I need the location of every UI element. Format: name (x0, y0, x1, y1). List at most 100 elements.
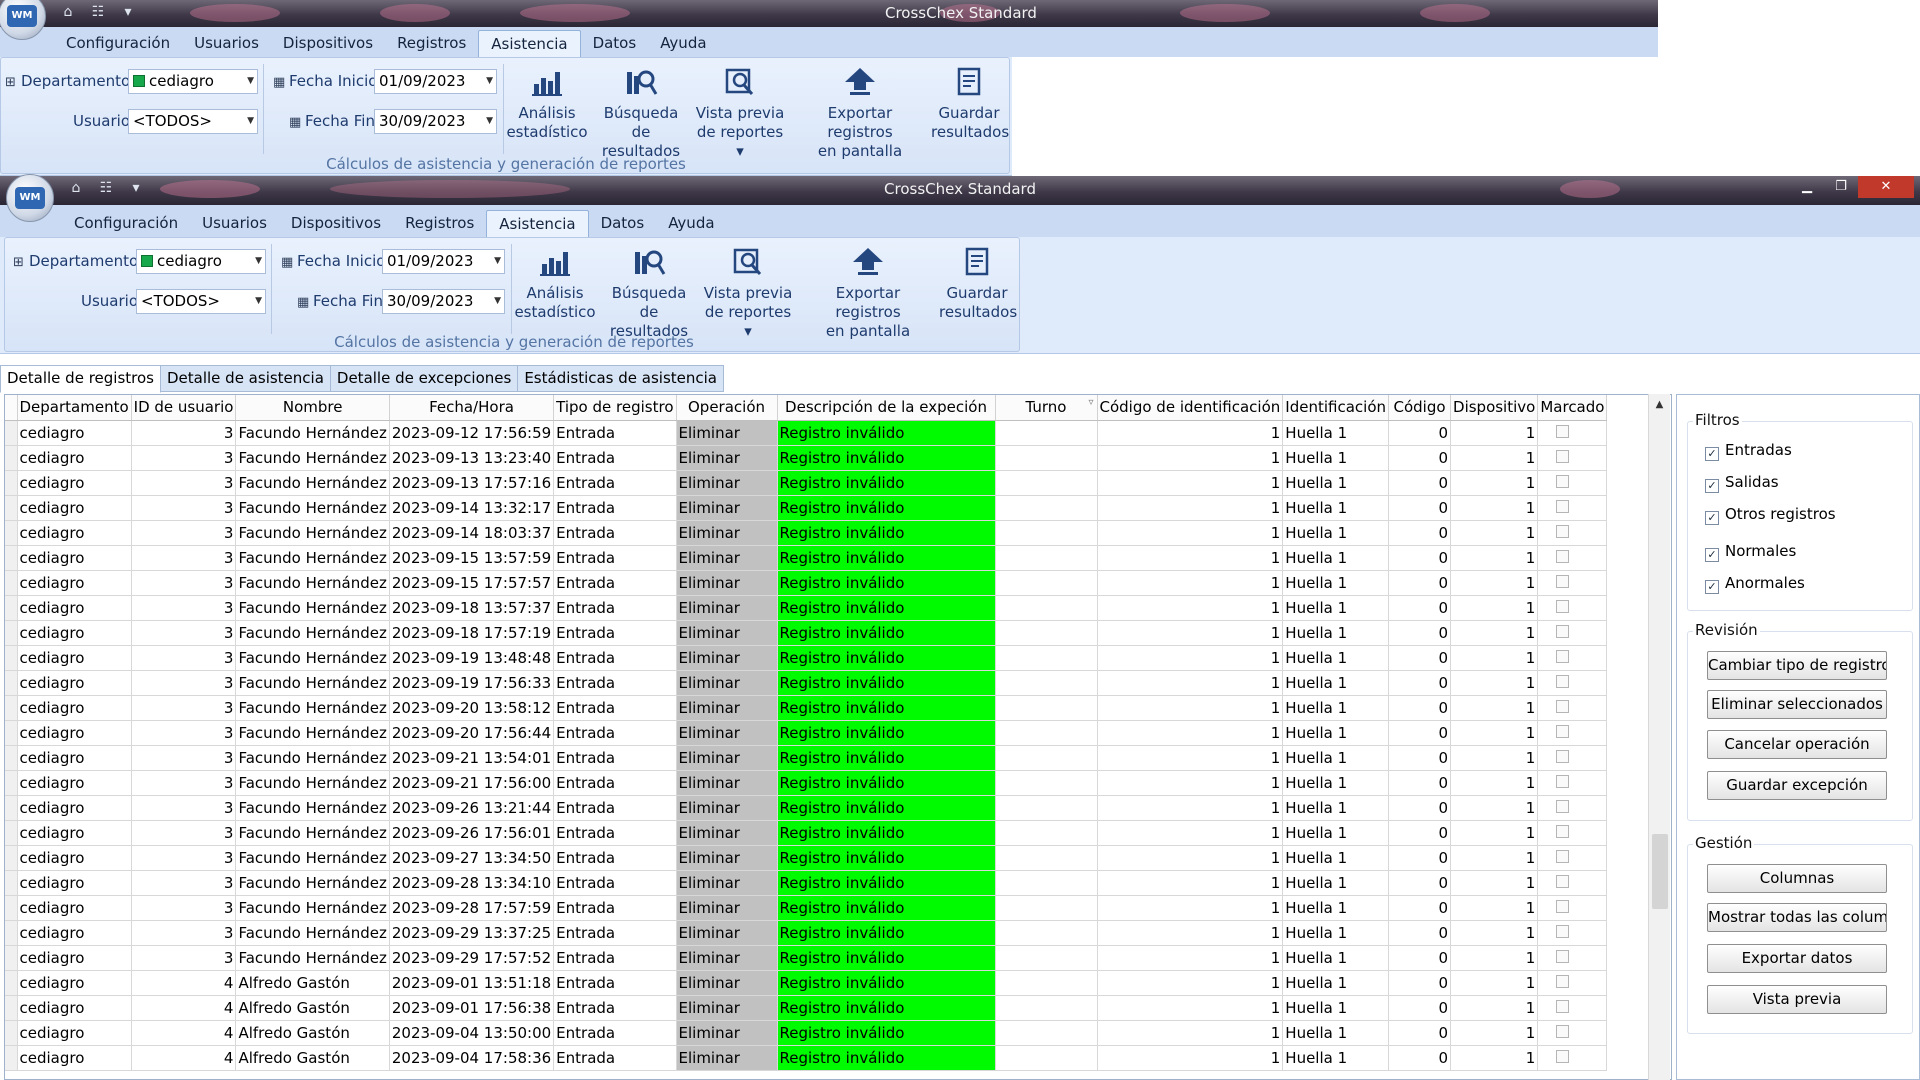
table-row[interactable]: cediagro 3 Facundo Hernández 2023-09-21 13:… (5, 745, 1608, 771)
cell-codigo-identificacion[interactable]: 1 (1097, 1020, 1284, 1046)
cell-nombre[interactable]: Alfredo Gastón (235, 1045, 390, 1071)
row-header[interactable] (5, 745, 18, 771)
checkbox-unchecked-icon[interactable] (1556, 624, 1570, 638)
table-row[interactable]: cediagro 3 Facundo Hernández 2023-09-29 13:… (5, 920, 1608, 946)
checkbox-unchecked-icon[interactable] (1556, 574, 1570, 588)
cell-codigo-identificacion[interactable]: 1 (1097, 845, 1284, 871)
cell-turno[interactable] (995, 920, 1098, 946)
save-results-button[interactable]: Guardar resultados (939, 246, 1017, 322)
cell-turno[interactable] (995, 1045, 1098, 1071)
cell-id-usuario[interactable]: 3 (131, 545, 237, 571)
row-header[interactable] (5, 1020, 18, 1046)
cell-departamento[interactable]: cediagro (17, 845, 132, 871)
row-header[interactable] (5, 620, 18, 646)
save-exception-button[interactable]: Guardar excepción (1707, 771, 1887, 800)
menu-dispositivos[interactable]: Dispositivos (279, 210, 393, 237)
table-row[interactable]: cediagro 4 Alfredo Gastón 2023-09-04 13:50:… (5, 1020, 1608, 1046)
cell-identificacion[interactable]: Huella 1 (1282, 620, 1390, 646)
cell-identificacion[interactable]: Huella 1 (1282, 595, 1390, 621)
cell-departamento[interactable]: cediagro (17, 595, 132, 621)
cell-departamento[interactable]: cediagro (17, 445, 132, 471)
table-row[interactable]: cediagro 3 Facundo Hernández 2023-09-12 17:… (5, 420, 1608, 446)
cell-nombre[interactable]: Facundo Hernández (235, 470, 390, 496)
cell-operacion[interactable]: Eliminar (676, 545, 778, 571)
cell-tipo-registro[interactable]: Entrada (553, 795, 677, 821)
cell-turno[interactable] (995, 745, 1098, 771)
cell-departamento[interactable]: cediagro (17, 970, 132, 996)
row-header[interactable] (5, 695, 18, 721)
row-header[interactable] (5, 795, 18, 821)
preview-reports-button[interactable]: Vista previa de reportes ▾ (693, 66, 787, 161)
cell-nombre[interactable]: Facundo Hernández (235, 520, 390, 546)
cell-descripcion[interactable]: Registro inválido (777, 745, 996, 771)
cell-tipo-registro[interactable]: Entrada (553, 970, 677, 996)
cell-operacion[interactable]: Eliminar (676, 920, 778, 946)
cell-codigo-identificacion[interactable]: 1 (1097, 470, 1284, 496)
export-data-button[interactable]: Exportar datos (1707, 944, 1887, 973)
menu-asistencia[interactable]: Asistencia (478, 30, 581, 57)
cell-departamento[interactable]: cediagro (17, 545, 132, 571)
table-row[interactable]: cediagro 3 Facundo Hernández 2023-09-26 13:… (5, 795, 1608, 821)
checkbox-checked-icon[interactable]: ✓ (1705, 447, 1719, 461)
scroll-up-icon[interactable]: ▲ (1649, 394, 1670, 416)
quick-access-dropdown-icon[interactable]: ▾ (118, 3, 138, 21)
checkbox-unchecked-icon[interactable] (1556, 999, 1570, 1013)
cell-codigo[interactable]: 0 (1388, 795, 1452, 821)
cell-nombre[interactable]: Facundo Hernández (235, 870, 390, 896)
cell-codigo[interactable]: 0 (1388, 920, 1452, 946)
menu-usuarios[interactable]: Usuarios (190, 210, 279, 237)
col-fecha-hora[interactable]: Fecha/Hora (389, 395, 555, 421)
col-dispositivo[interactable]: Dispositivo (1450, 395, 1539, 421)
cell-codigo-identificacion[interactable]: 1 (1097, 945, 1284, 971)
table-row[interactable]: cediagro 4 Alfredo Gastón 2023-09-04 17:58:… (5, 1045, 1608, 1071)
start-date-combo[interactable]: 01/09/2023 ▼ (382, 249, 505, 274)
cell-fecha-hora[interactable]: 2023-09-18 13:57:37 (389, 595, 555, 621)
cell-dispositivo[interactable]: 1 (1450, 470, 1539, 496)
cell-descripcion[interactable]: Registro inválido (777, 620, 996, 646)
cell-fecha-hora[interactable]: 2023-09-15 17:57:57 (389, 570, 555, 596)
cell-identificacion[interactable]: Huella 1 (1282, 720, 1390, 746)
cell-descripcion[interactable]: Registro inválido (777, 820, 996, 846)
cell-id-usuario[interactable]: 3 (131, 520, 237, 546)
filter-anormales[interactable]: ✓ Anormales (1705, 574, 1805, 594)
cell-codigo-identificacion[interactable]: 1 (1097, 745, 1284, 771)
checkbox-unchecked-icon[interactable] (1556, 899, 1570, 913)
cell-departamento[interactable]: cediagro (17, 770, 132, 796)
cell-id-usuario[interactable]: 3 (131, 570, 237, 596)
table-row[interactable]: cediagro 3 Facundo Hernández 2023-09-27 13:… (5, 845, 1608, 871)
cell-dispositivo[interactable]: 1 (1450, 645, 1539, 671)
preview-button[interactable]: Vista previa (1707, 985, 1887, 1014)
cell-codigo[interactable]: 0 (1388, 895, 1452, 921)
checkbox-unchecked-icon[interactable] (1556, 474, 1570, 488)
cell-identificacion[interactable]: Huella 1 (1282, 845, 1390, 871)
cell-operacion[interactable]: Eliminar (676, 645, 778, 671)
cell-tipo-registro[interactable]: Entrada (553, 445, 677, 471)
cell-tipo-registro[interactable]: Entrada (553, 870, 677, 896)
row-header[interactable] (5, 420, 18, 446)
cell-codigo-identificacion[interactable]: 1 (1097, 570, 1284, 596)
cell-fecha-hora[interactable]: 2023-09-26 17:56:01 (389, 820, 555, 846)
cell-fecha-hora[interactable]: 2023-09-29 17:57:52 (389, 945, 555, 971)
cell-departamento[interactable]: cediagro (17, 570, 132, 596)
cell-fecha-hora[interactable]: 2023-09-19 13:48:48 (389, 645, 555, 671)
filter-normales[interactable]: ✓ Normales (1705, 542, 1796, 562)
cell-identificacion[interactable]: Huella 1 (1282, 570, 1390, 596)
cell-dispositivo[interactable]: 1 (1450, 745, 1539, 771)
cell-codigo[interactable]: 0 (1388, 595, 1452, 621)
cell-codigo-identificacion[interactable]: 1 (1097, 1045, 1284, 1071)
cell-id-usuario[interactable]: 3 (131, 720, 237, 746)
search-results-button[interactable]: Búsqueda de resultados (601, 246, 697, 341)
menu-configuracion[interactable]: Configuración (54, 30, 182, 57)
cell-descripcion[interactable]: Registro inválido (777, 1020, 996, 1046)
checkbox-checked-icon[interactable]: ✓ (1705, 580, 1719, 594)
export-screen-button[interactable]: Exportar registros en pantalla (801, 246, 935, 341)
cell-operacion[interactable]: Eliminar (676, 995, 778, 1021)
tab-detalle-excepciones[interactable]: Detalle de excepciones (330, 365, 519, 392)
cell-id-usuario[interactable]: 3 (131, 620, 237, 646)
cell-operacion[interactable]: Eliminar (676, 1020, 778, 1046)
filter-otros-registros[interactable]: ✓ Otros registros (1705, 505, 1836, 525)
cell-turno[interactable] (995, 645, 1098, 671)
analysis-button[interactable]: Análisis estadístico (506, 66, 588, 142)
cell-departamento[interactable]: cediagro (17, 470, 132, 496)
cell-fecha-hora[interactable]: 2023-09-20 17:56:44 (389, 720, 555, 746)
